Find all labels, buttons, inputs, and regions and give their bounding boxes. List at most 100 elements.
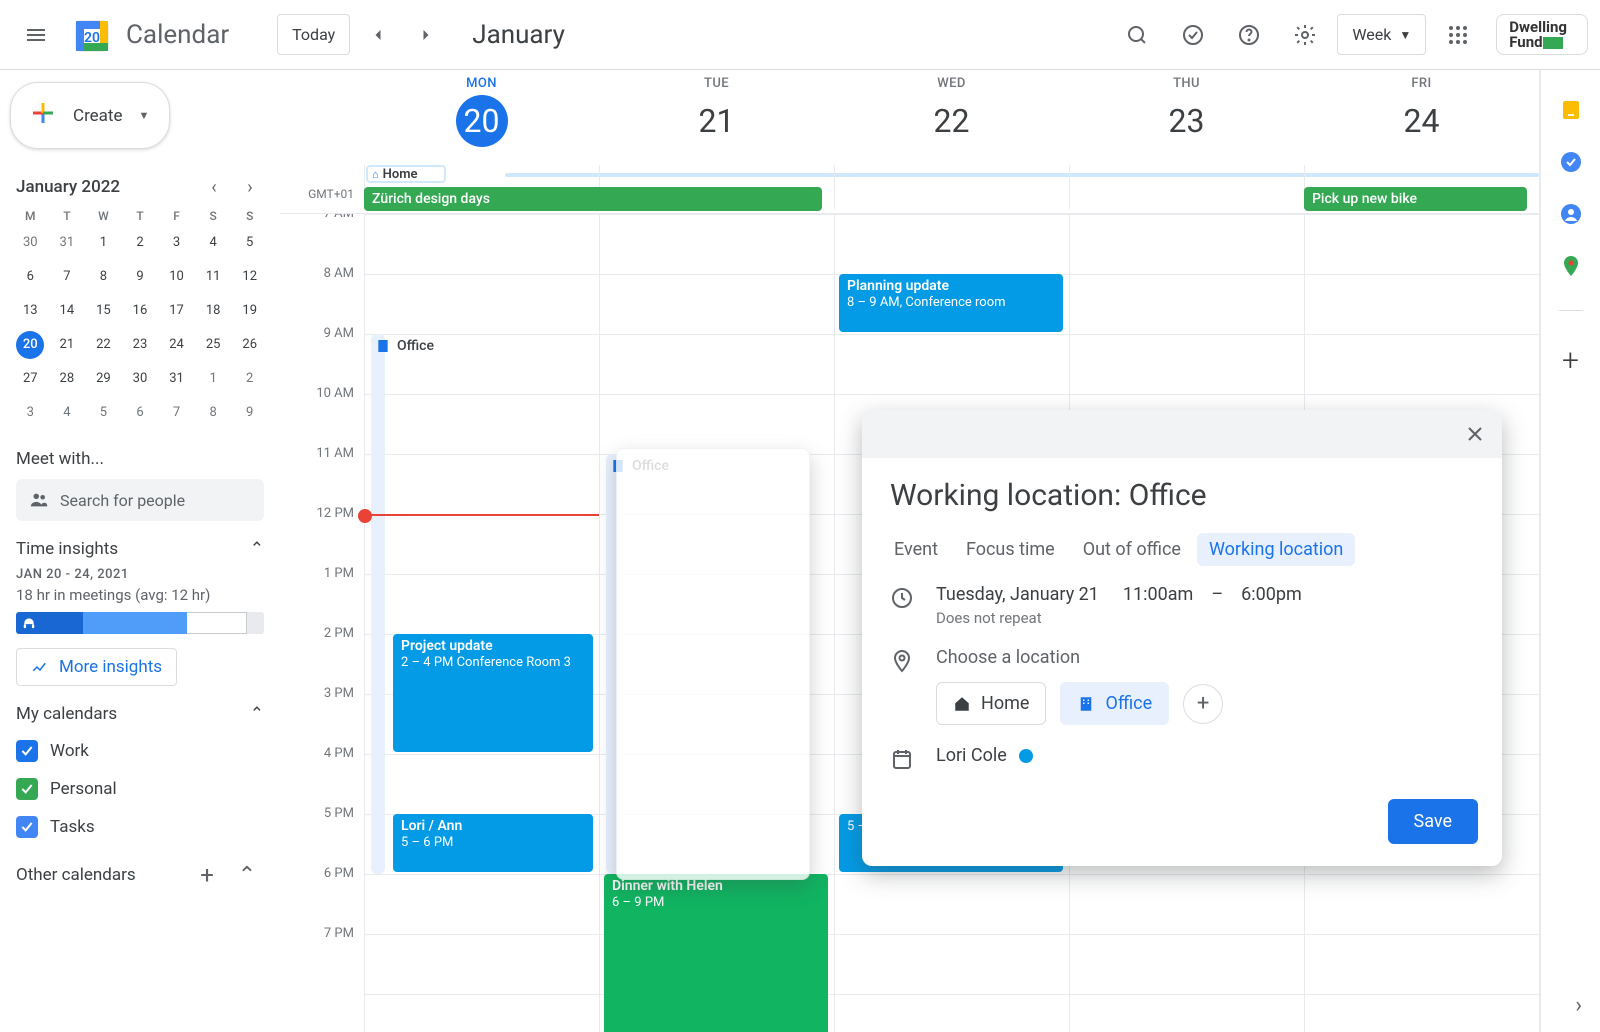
mini-day[interactable]: 27 [16, 365, 44, 393]
settings-button[interactable] [1281, 11, 1329, 59]
day-header[interactable]: TUE21 [599, 70, 834, 165]
popup-tab[interactable]: Working location [1197, 533, 1355, 566]
tasks-icon[interactable] [1559, 150, 1583, 174]
next-week-button[interactable] [406, 15, 446, 55]
mini-day[interactable]: 7 [163, 399, 191, 427]
mini-cal-prev[interactable]: ‹ [200, 173, 228, 201]
menu-button[interactable] [12, 11, 60, 59]
mini-day[interactable]: 1 [199, 365, 227, 393]
calendar-event[interactable]: Dinner with Helen6 – 9 PM [604, 874, 828, 1032]
calendar-event[interactable]: Planning update8 – 9 AM, Conference room [839, 274, 1063, 332]
mini-day[interactable]: 11 [199, 263, 227, 291]
repeat-label[interactable]: Does not repeat [936, 609, 1302, 627]
help-button[interactable] [1225, 11, 1273, 59]
calendar-owner-row[interactable]: Lori Cole [936, 745, 1033, 766]
maps-icon[interactable] [1559, 254, 1583, 278]
account-switcher[interactable]: Dwelling Fund [1496, 14, 1588, 55]
mini-day[interactable]: 22 [89, 331, 117, 359]
mini-day[interactable]: 16 [126, 297, 154, 325]
popup-tab[interactable]: Out of office [1083, 539, 1181, 560]
prev-week-button[interactable] [358, 15, 398, 55]
office-location-button[interactable]: Office [1060, 682, 1169, 725]
mini-day[interactable]: 13 [16, 297, 44, 325]
home-location-button[interactable]: Home [936, 682, 1046, 725]
close-popup[interactable] [1456, 415, 1494, 453]
mini-day[interactable]: 9 [236, 399, 264, 427]
mini-day[interactable]: 8 [89, 263, 117, 291]
mini-day[interactable]: 2 [236, 365, 264, 393]
calendar-event[interactable]: Project update2 – 4 PM Conference Room 3 [393, 634, 593, 752]
mini-day[interactable]: 29 [89, 365, 117, 393]
popup-tab[interactable]: Event [894, 539, 938, 560]
allday-event[interactable]: Pick up new bike [1304, 187, 1527, 211]
mini-day[interactable]: 17 [163, 297, 191, 325]
mini-day[interactable]: 26 [236, 331, 264, 359]
mini-day[interactable]: 21 [53, 331, 81, 359]
mini-day[interactable]: 23 [126, 331, 154, 359]
mini-day[interactable]: 8 [199, 399, 227, 427]
create-button[interactable]: Create ▼ [10, 82, 170, 149]
mini-day[interactable]: 28 [53, 365, 81, 393]
mini-day[interactable]: 24 [163, 331, 191, 359]
mini-cal-next[interactable]: › [236, 173, 264, 201]
working-location-band[interactable] [371, 334, 385, 874]
day-header[interactable]: WED22 [834, 70, 1069, 165]
tasks-button[interactable] [1169, 11, 1217, 59]
calendar-checkbox-row[interactable]: Tasks [16, 808, 264, 846]
time-insights-header[interactable]: Time insights ⌃ [16, 539, 264, 559]
view-selector[interactable]: Week ▼ [1337, 14, 1426, 55]
mini-day[interactable]: 10 [163, 263, 191, 291]
search-button[interactable] [1113, 11, 1161, 59]
today-button[interactable]: Today [277, 14, 350, 55]
mini-day[interactable]: 12 [236, 263, 264, 291]
other-calendars-label[interactable]: Other calendars [16, 865, 136, 885]
hide-side-panel[interactable]: › [1575, 993, 1582, 1018]
save-button[interactable]: Save [1388, 799, 1479, 844]
day-header[interactable]: MON20 [364, 70, 599, 165]
mini-day[interactable]: 4 [53, 399, 81, 427]
apps-button[interactable] [1434, 11, 1482, 59]
mini-day[interactable]: 5 [89, 399, 117, 427]
mini-calendar[interactable]: MTWTFSS303112345678910111213141516171819… [12, 209, 268, 427]
checkbox-icon [16, 740, 38, 762]
mini-day[interactable]: 14 [53, 297, 81, 325]
calendar-event[interactable]: Lori / Ann5 – 6 PM [393, 814, 593, 872]
mini-dow: T [49, 209, 86, 223]
search-people-input[interactable]: Search for people [16, 479, 264, 521]
mini-day[interactable]: 2 [126, 229, 154, 257]
mini-day[interactable]: 31 [53, 229, 81, 257]
more-insights-button[interactable]: More insights [16, 648, 177, 686]
calendar-checkbox-row[interactable]: Work [16, 732, 264, 770]
mini-day[interactable]: 30 [126, 365, 154, 393]
popup-tab[interactable]: Focus time [966, 539, 1055, 560]
day-header[interactable]: THU23 [1069, 70, 1304, 165]
mini-day[interactable]: 5 [236, 229, 264, 257]
mini-day[interactable]: 19 [236, 297, 264, 325]
my-calendars-header[interactable]: My calendars ⌃ [16, 704, 264, 724]
mini-day[interactable]: 6 [126, 399, 154, 427]
mini-day[interactable]: 18 [199, 297, 227, 325]
mini-day[interactable]: 25 [199, 331, 227, 359]
working-location-chip[interactable]: Office [375, 338, 434, 354]
mini-day[interactable]: 7 [53, 263, 81, 291]
keep-icon[interactable] [1559, 98, 1583, 122]
collapse-other-calendars[interactable]: ⌃ [230, 858, 264, 892]
add-location-button[interactable]: + [1183, 684, 1223, 724]
day-header[interactable]: FRI24 [1304, 70, 1539, 165]
calendar-checkbox-row[interactable]: Personal [16, 770, 264, 808]
mini-day[interactable]: 6 [16, 263, 44, 291]
mini-day[interactable]: 20 [16, 331, 44, 359]
mini-day[interactable]: 3 [163, 229, 191, 257]
mini-day[interactable]: 30 [16, 229, 44, 257]
mini-day[interactable]: 31 [163, 365, 191, 393]
allday-event[interactable]: Zürich design days [364, 187, 822, 211]
contacts-icon[interactable] [1559, 202, 1583, 226]
popup-time-row[interactable]: Tuesday, January 21 11:00am – 6:00pm [936, 584, 1302, 605]
mini-day[interactable]: 4 [199, 229, 227, 257]
mini-day[interactable]: 1 [89, 229, 117, 257]
mini-day[interactable]: 15 [89, 297, 117, 325]
mini-day[interactable]: 9 [126, 263, 154, 291]
mini-day[interactable]: 3 [16, 399, 44, 427]
add-other-calendar[interactable]: + [190, 858, 224, 892]
add-panel-button[interactable]: + [1562, 343, 1579, 378]
